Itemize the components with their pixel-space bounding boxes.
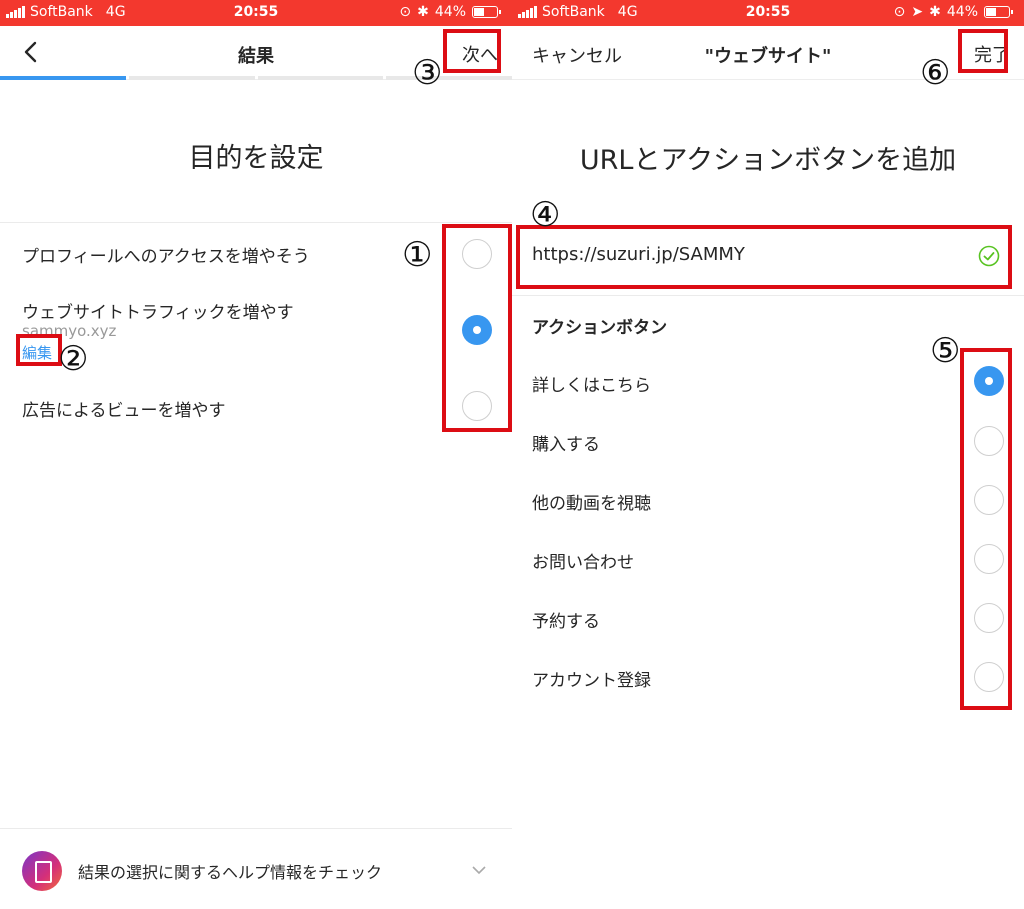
annotation-marker-3: ③	[412, 53, 443, 93]
annotation-box-2	[16, 334, 62, 366]
status-bar: SoftBank 4G 20:55 ⊙ ✱ 44%	[0, 0, 512, 26]
battery-icon	[984, 6, 1013, 18]
annotation-box-6	[958, 29, 1008, 73]
status-bar: SoftBank 4G 20:55 ⊙ ➤ ✱ 44%	[512, 0, 1024, 26]
annotation-marker-2: ②	[58, 339, 89, 379]
chevron-down-icon[interactable]	[472, 863, 486, 877]
action-contact-label: お問い合わせ	[532, 553, 634, 573]
action-book-label: 予約する	[532, 612, 600, 632]
annotation-marker-1: ①	[402, 235, 433, 275]
annotation-box-1	[442, 224, 512, 432]
help-text: 結果の選択に関するヘルプ情報をチェック	[78, 863, 383, 882]
lock-rotation-icon: ⊙	[893, 4, 906, 20]
annotation-box-4	[516, 225, 1012, 289]
battery-level	[474, 8, 484, 16]
annotation-marker-5: ⑤	[930, 331, 961, 371]
action-buy-label: 購入する	[532, 435, 600, 455]
section-heading: 目的を設定	[188, 143, 324, 174]
divider	[0, 222, 512, 223]
divider	[512, 295, 1024, 296]
progress-step	[128, 76, 255, 80]
annotation-marker-4: ④	[530, 195, 561, 235]
battery-percent: 44%	[946, 4, 978, 20]
annotation-box-3	[443, 29, 501, 73]
annotation-marker-6: ⑥	[920, 53, 951, 93]
action-button-section-title: アクションボタン	[532, 318, 668, 338]
annotation-box-5	[960, 348, 1012, 710]
action-watch-more-label: 他の動画を視聴	[532, 494, 651, 514]
option-profile-label: プロフィールへのアクセスを増やそう	[22, 247, 310, 267]
battery-level	[986, 8, 996, 16]
help-bar[interactable]: 結果の選択に関するヘルプ情報をチェック	[0, 828, 512, 909]
action-signup-label: アカウント登録	[532, 671, 651, 691]
bluetooth-icon: ✱	[929, 4, 941, 20]
progress-step	[386, 76, 512, 80]
battery-percent: 44%	[434, 4, 466, 20]
progress-step	[0, 76, 126, 80]
lock-rotation-icon: ⊙	[399, 4, 412, 20]
location-icon: ➤	[911, 4, 924, 20]
objective-screen: SoftBank 4G 20:55 ⊙ ✱ 44% 結果 次へ 目的を設定 プロ…	[0, 0, 512, 909]
option-views-label: 広告によるビューを増やす	[22, 401, 226, 421]
battery-icon	[472, 6, 501, 18]
progress-step	[257, 76, 384, 80]
section-heading: URLとアクションボタンを追加	[579, 145, 957, 176]
action-learn-more-label: 詳しくはこちら	[532, 376, 651, 396]
website-screen: SoftBank 4G 20:55 ⊙ ➤ ✱ 44% キャンセル "ウェブサイ…	[512, 0, 1024, 909]
bluetooth-icon: ✱	[417, 4, 429, 20]
help-book-icon	[22, 851, 62, 891]
option-website-label: ウェブサイトトラフィックを増やす	[22, 303, 294, 323]
